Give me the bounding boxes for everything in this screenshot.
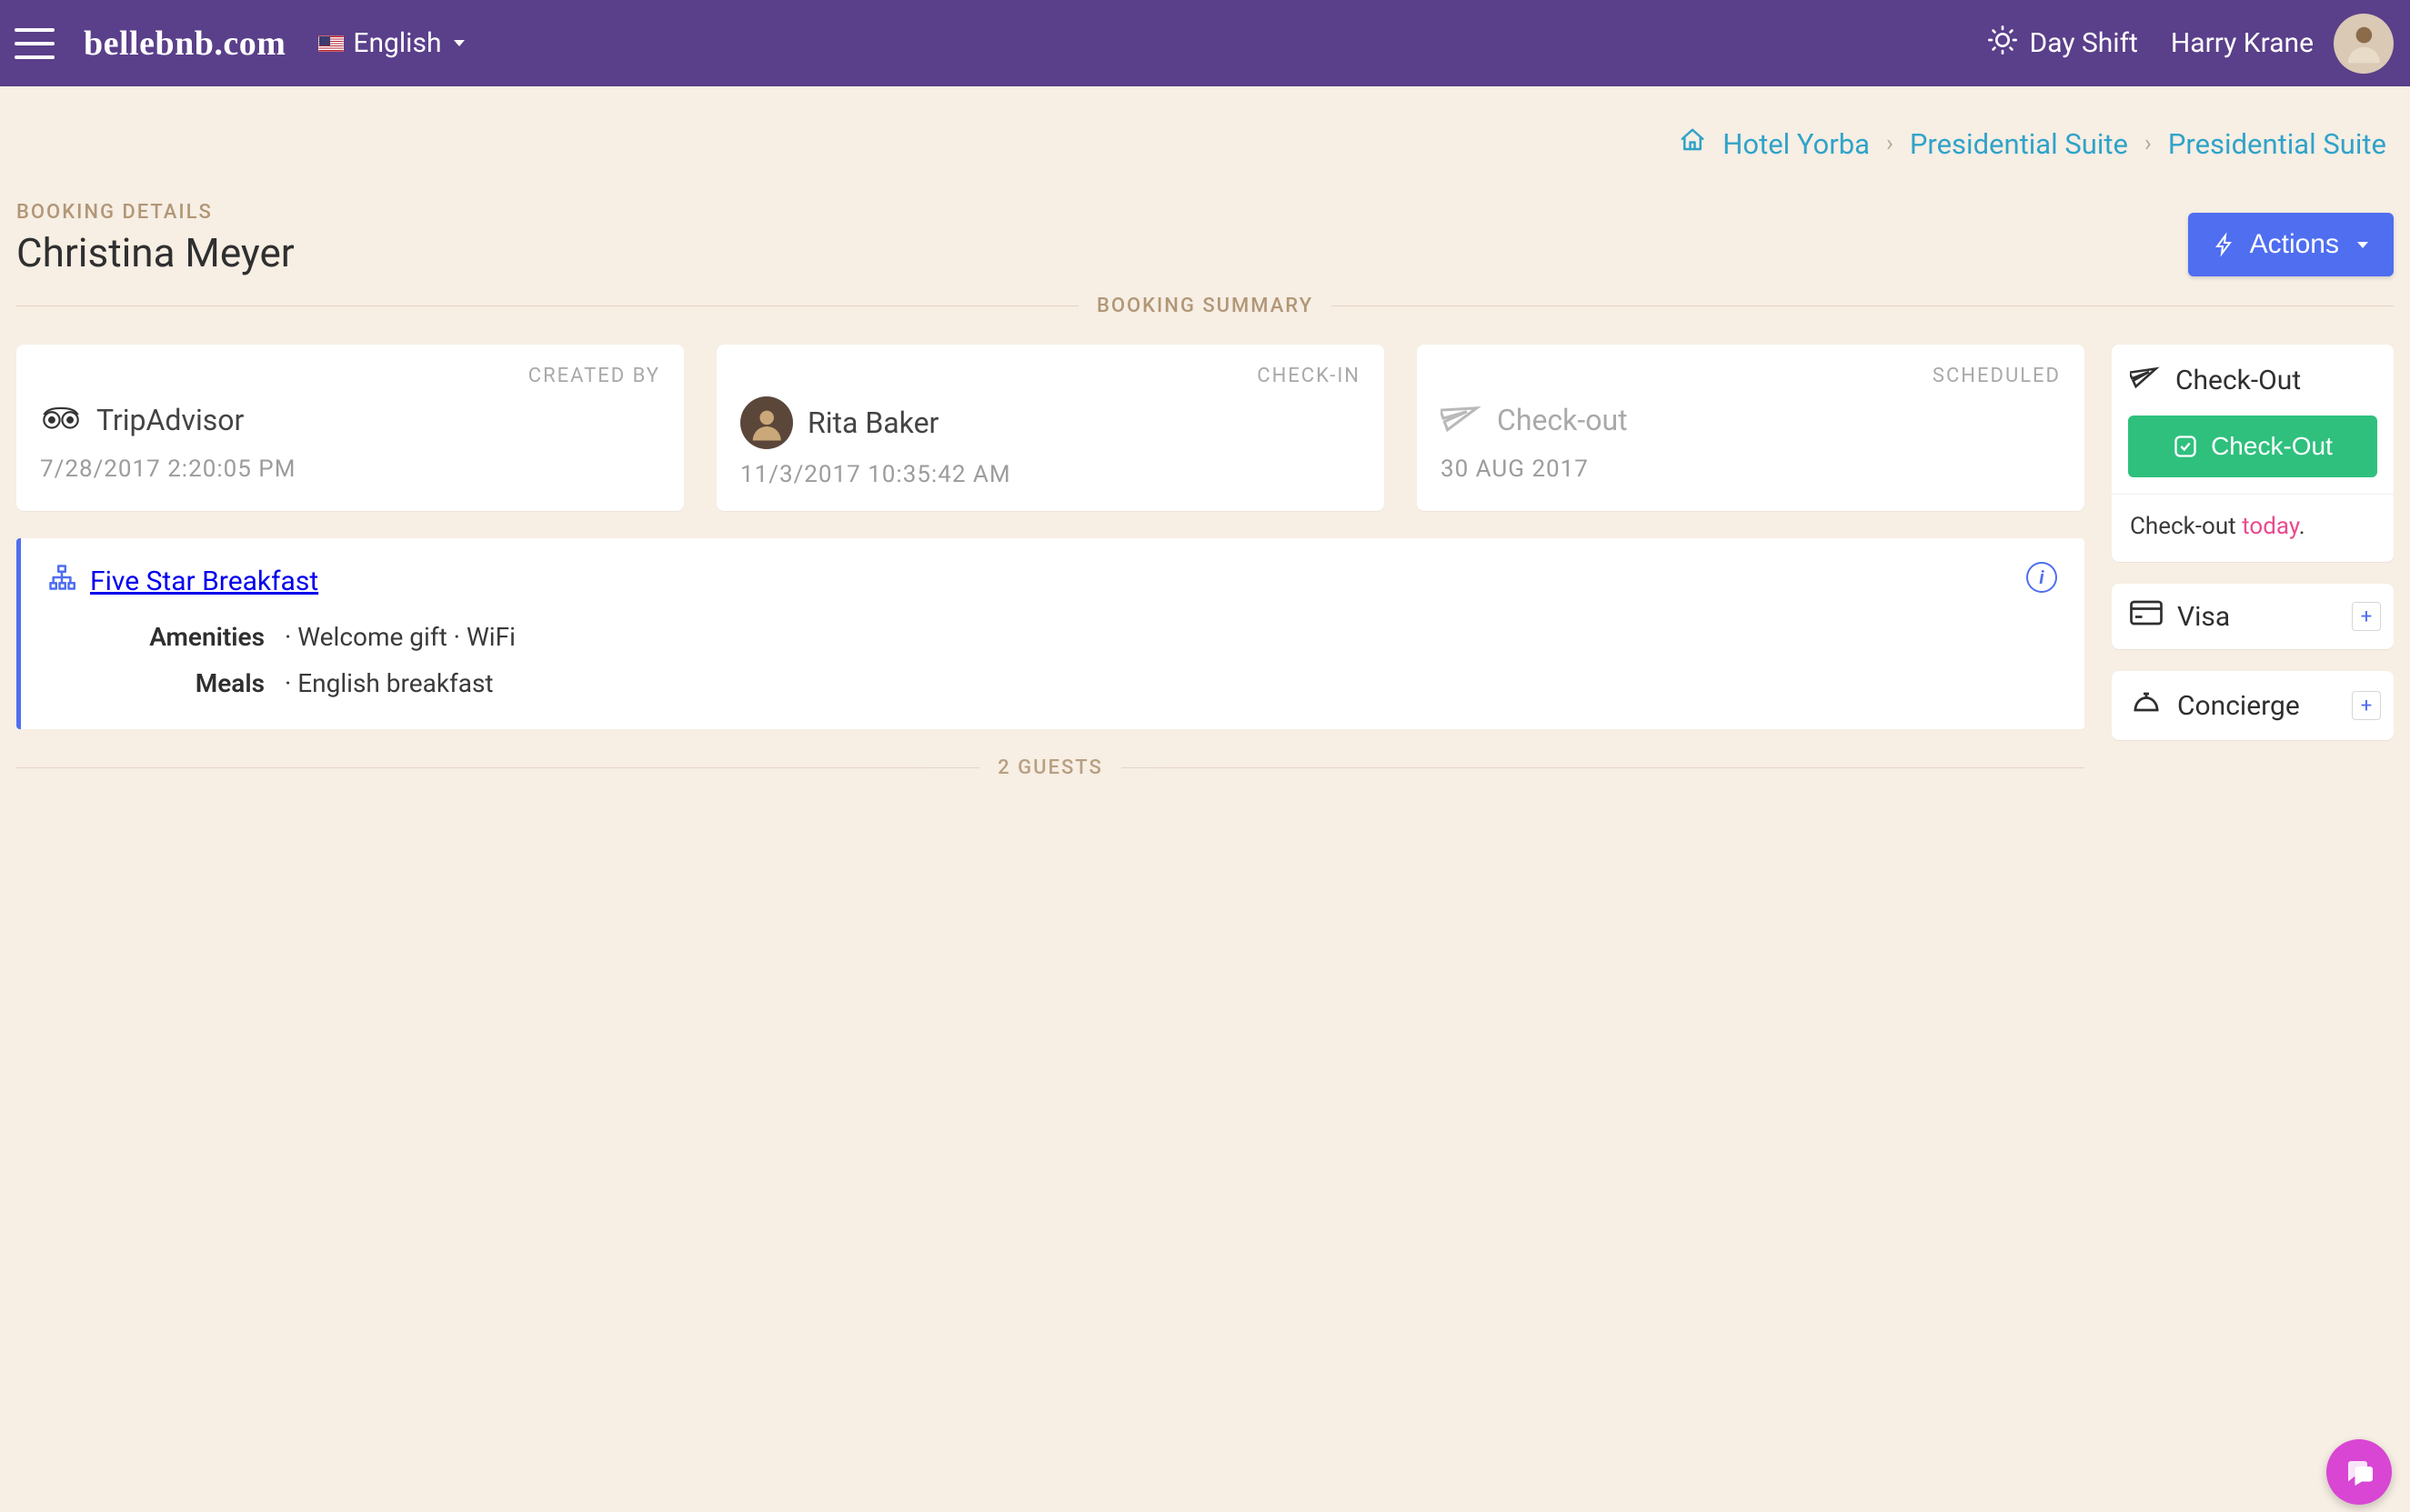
amenities-label: Amenities bbox=[48, 622, 285, 652]
created-timestamp: 7/28/2017 2:20:05 PM bbox=[40, 453, 660, 486]
checkout-card: Check-Out Check-Out Check-out today. bbox=[2112, 345, 2394, 562]
plane-icon bbox=[2130, 361, 2161, 399]
card-label: CREATED BY bbox=[40, 365, 660, 387]
summary-label: BOOKING SUMMARY bbox=[1097, 295, 1313, 317]
language-label: English bbox=[353, 27, 441, 59]
breadcrumb-room-type[interactable]: Presidential Suite bbox=[1910, 127, 2128, 161]
chevron-down-icon bbox=[2357, 242, 2368, 248]
checkout-title: Check-Out bbox=[2175, 365, 2301, 396]
breadcrumb-hotel[interactable]: Hotel Yorba bbox=[1722, 127, 1870, 161]
card-label: CHECK-IN bbox=[740, 365, 1361, 387]
add-payment-button[interactable]: + bbox=[2352, 602, 2381, 631]
shift-toggle[interactable]: Day Shift bbox=[1988, 25, 2138, 62]
shift-label: Day Shift bbox=[2030, 27, 2138, 59]
meals-value: · English breakfast bbox=[285, 668, 494, 698]
home-icon bbox=[1679, 126, 1706, 161]
section-label: BOOKING DETAILS bbox=[16, 201, 295, 224]
check-icon bbox=[2173, 434, 2198, 459]
card-created-by: CREATED BY TripAdvisor 7/28/2017 2:20:05… bbox=[16, 345, 684, 511]
language-selector[interactable]: English bbox=[318, 27, 465, 59]
page-title: Christina Meyer bbox=[16, 229, 295, 276]
payment-title: Visa bbox=[2177, 601, 2230, 633]
scheduled-event: Check-out bbox=[1497, 403, 1628, 437]
payment-card: Visa + bbox=[2112, 584, 2394, 649]
breadcrumb-room[interactable]: Presidential Suite bbox=[2168, 127, 2386, 161]
avatar bbox=[2334, 14, 2394, 74]
rate-plan-card: Five Star Breakfast i Amenities · Welcom… bbox=[16, 538, 2084, 729]
brand-logo[interactable]: bellebnb.com bbox=[84, 24, 286, 64]
add-concierge-button[interactable]: + bbox=[2352, 691, 2381, 720]
flag-icon bbox=[318, 35, 344, 52]
concierge-card: Concierge + bbox=[2112, 671, 2394, 740]
card-scheduled: SCHEDULED Check-out 30 AUG 2017 bbox=[1417, 345, 2084, 511]
checkout-note: Check-out today. bbox=[2112, 494, 2394, 562]
card-icon bbox=[2130, 600, 2163, 633]
actions-button[interactable]: Actions bbox=[2188, 213, 2394, 276]
checkout-button[interactable]: Check-Out bbox=[2128, 416, 2377, 477]
checkin-by: Rita Baker bbox=[808, 406, 939, 440]
summary-divider: BOOKING SUMMARY bbox=[16, 295, 2394, 317]
bell-icon bbox=[2130, 687, 2163, 724]
sitemap-icon bbox=[48, 564, 75, 598]
user-name: Harry Krane bbox=[2171, 27, 2314, 59]
plane-icon bbox=[1441, 396, 1482, 444]
guests-divider: 2 GUESTS bbox=[16, 756, 2084, 779]
chat-fab[interactable] bbox=[2326, 1439, 2392, 1505]
amenities-value: · Welcome gift · WiFi bbox=[285, 622, 516, 652]
concierge-title: Concierge bbox=[2177, 690, 2300, 722]
card-checkin: CHECK-IN Rita Baker 11/3/2017 10:35:42 A… bbox=[717, 345, 1384, 511]
avatar bbox=[740, 396, 793, 449]
menu-button[interactable] bbox=[15, 28, 55, 59]
rate-plan-link[interactable]: Five Star Breakfast bbox=[90, 566, 318, 597]
bolt-icon bbox=[2214, 231, 2235, 258]
card-label: SCHEDULED bbox=[1441, 365, 2061, 387]
top-bar: bellebnb.com English Day Shift Harry Kra… bbox=[0, 0, 2410, 86]
checkin-timestamp: 11/3/2017 10:35:42 AM bbox=[740, 458, 1361, 491]
breadcrumb: Hotel Yorba › Presidential Suite › Presi… bbox=[16, 86, 2394, 161]
created-source: TripAdvisor bbox=[96, 403, 244, 437]
chevron-down-icon bbox=[454, 40, 465, 46]
chat-icon bbox=[2343, 1456, 2375, 1488]
actions-label: Actions bbox=[2250, 229, 2339, 260]
scheduled-date: 30 AUG 2017 bbox=[1441, 453, 2061, 486]
meals-label: Meals bbox=[48, 668, 285, 698]
guests-label: 2 GUESTS bbox=[998, 756, 1103, 779]
sun-icon bbox=[1988, 25, 2017, 62]
current-user[interactable]: Harry Krane bbox=[2171, 14, 2394, 74]
checkout-button-label: Check-Out bbox=[2211, 432, 2333, 461]
tripadvisor-icon bbox=[40, 396, 82, 444]
